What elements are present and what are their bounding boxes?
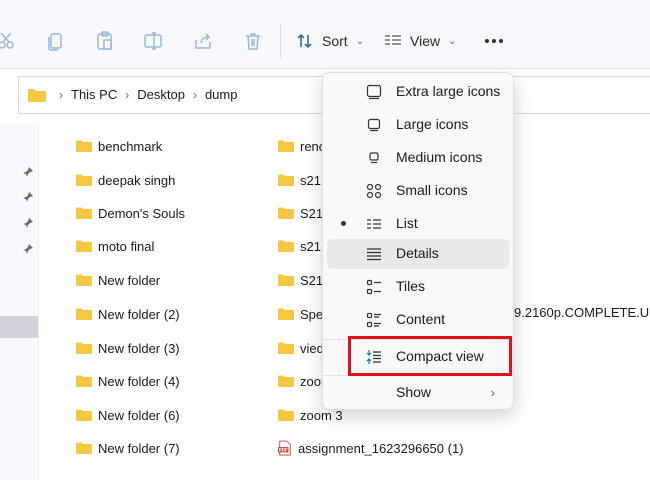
overflow-filename-text: 9.2160p.COMPLETE.UHD.E [514,305,650,320]
chevron-right-icon[interactable]: › [59,88,63,102]
breadcrumb: › This PC › Desktop › dump [59,87,237,102]
command-bar: Sort ⌄ View ⌄ [0,0,650,69]
folder-icon [278,409,294,421]
folder-icon [278,207,294,219]
list-item[interactable]: Demon's Souls [76,203,185,223]
folder-icon [76,174,92,186]
list-item[interactable]: New folder (2) [76,304,180,324]
pin-icon[interactable] [22,191,34,203]
folder-icon [278,342,294,354]
breadcrumb-dump[interactable]: dump [205,87,238,102]
chevron-right-icon[interactable]: › [193,88,197,102]
share-icon[interactable] [192,30,214,52]
extra-large-icons-icon [366,84,382,100]
chevron-down-icon: ⌄ [355,35,365,47]
folder-icon [76,274,92,286]
menu-item-small-icons[interactable]: Small icons [327,176,509,206]
list-view-icon [366,216,382,232]
menu-item-large-icons[interactable]: Large icons [327,110,509,140]
view-label: View [410,33,441,49]
sort-label: Sort [322,33,348,49]
details-view-icon [366,246,382,262]
cut-icon[interactable] [0,30,18,52]
list-item[interactable]: New folder (4) [76,371,180,391]
medium-icons-icon [366,150,382,166]
folder-icon [278,240,294,252]
folder-icon [278,274,294,286]
menu-item-extra-large-icons[interactable]: Extra large icons [327,77,509,107]
list-item[interactable]: New folder (3) [76,338,180,358]
menu-item-details[interactable]: Details [327,239,509,269]
list-item[interactable]: benchmark [76,136,162,156]
menu-item-show[interactable]: Show › [327,378,509,408]
folder-icon [76,409,92,421]
folder-icon [76,140,92,152]
list-item[interactable]: New folder [76,270,160,290]
menu-item-list[interactable]: List [327,209,509,239]
menu-item-tiles[interactable]: Tiles [327,272,509,302]
delete-icon[interactable] [242,30,264,52]
list-item[interactable]: reno [278,136,326,156]
folder-icon [76,442,92,454]
toolbar-divider [280,24,281,58]
more-icon [485,39,489,43]
chevron-down-icon: ⌄ [448,35,457,47]
pin-icon[interactable] [22,166,34,178]
folder-icon [76,308,92,320]
svg-text:PDF: PDF [279,448,288,453]
tiles-view-icon [366,279,382,295]
pin-icon[interactable] [22,217,34,229]
chevron-right-icon: › [490,385,495,400]
more-options-button[interactable] [482,28,506,54]
menu-item-medium-icons[interactable]: Medium icons [327,143,509,173]
menu-item-content[interactable]: Content [327,305,509,335]
list-item[interactable]: deepak singh [76,170,175,190]
content-view-icon [366,312,382,328]
sort-button[interactable]: Sort ⌄ [296,28,364,54]
view-button[interactable]: View ⌄ [384,28,456,54]
selected-bullet-icon [341,221,346,226]
folder-icon [76,342,92,354]
small-icons-icon [366,183,382,199]
folder-icon [76,375,92,387]
pdf-file-icon: PDF [278,440,291,456]
navigation-pane [0,124,39,480]
folder-icon [76,240,92,252]
copy-icon[interactable] [44,30,66,52]
folder-icon [278,308,294,320]
breadcrumb-desktop[interactable]: Desktop [137,87,185,102]
nav-selected-item[interactable] [0,316,38,338]
large-icons-icon [366,117,382,133]
pin-icon[interactable] [22,243,34,255]
sort-icon [297,33,312,49]
breadcrumb-this-pc[interactable]: This PC [71,87,117,102]
compact-view-highlight [348,336,512,376]
folder-icon [278,140,294,152]
paste-icon[interactable] [94,30,116,52]
list-item[interactable]: PDF assignment_1623296650 (1) [278,438,464,458]
folder-icon [278,375,294,387]
chevron-right-icon[interactable]: › [125,88,129,102]
folder-icon [278,174,294,186]
rename-icon[interactable] [142,30,164,52]
folder-icon [28,89,46,102]
view-icon [385,35,401,45]
list-item[interactable]: New folder (7) [76,438,180,458]
list-item[interactable]: New folder (6) [76,405,180,425]
list-item[interactable]: moto final [76,236,154,256]
folder-icon [76,207,92,219]
